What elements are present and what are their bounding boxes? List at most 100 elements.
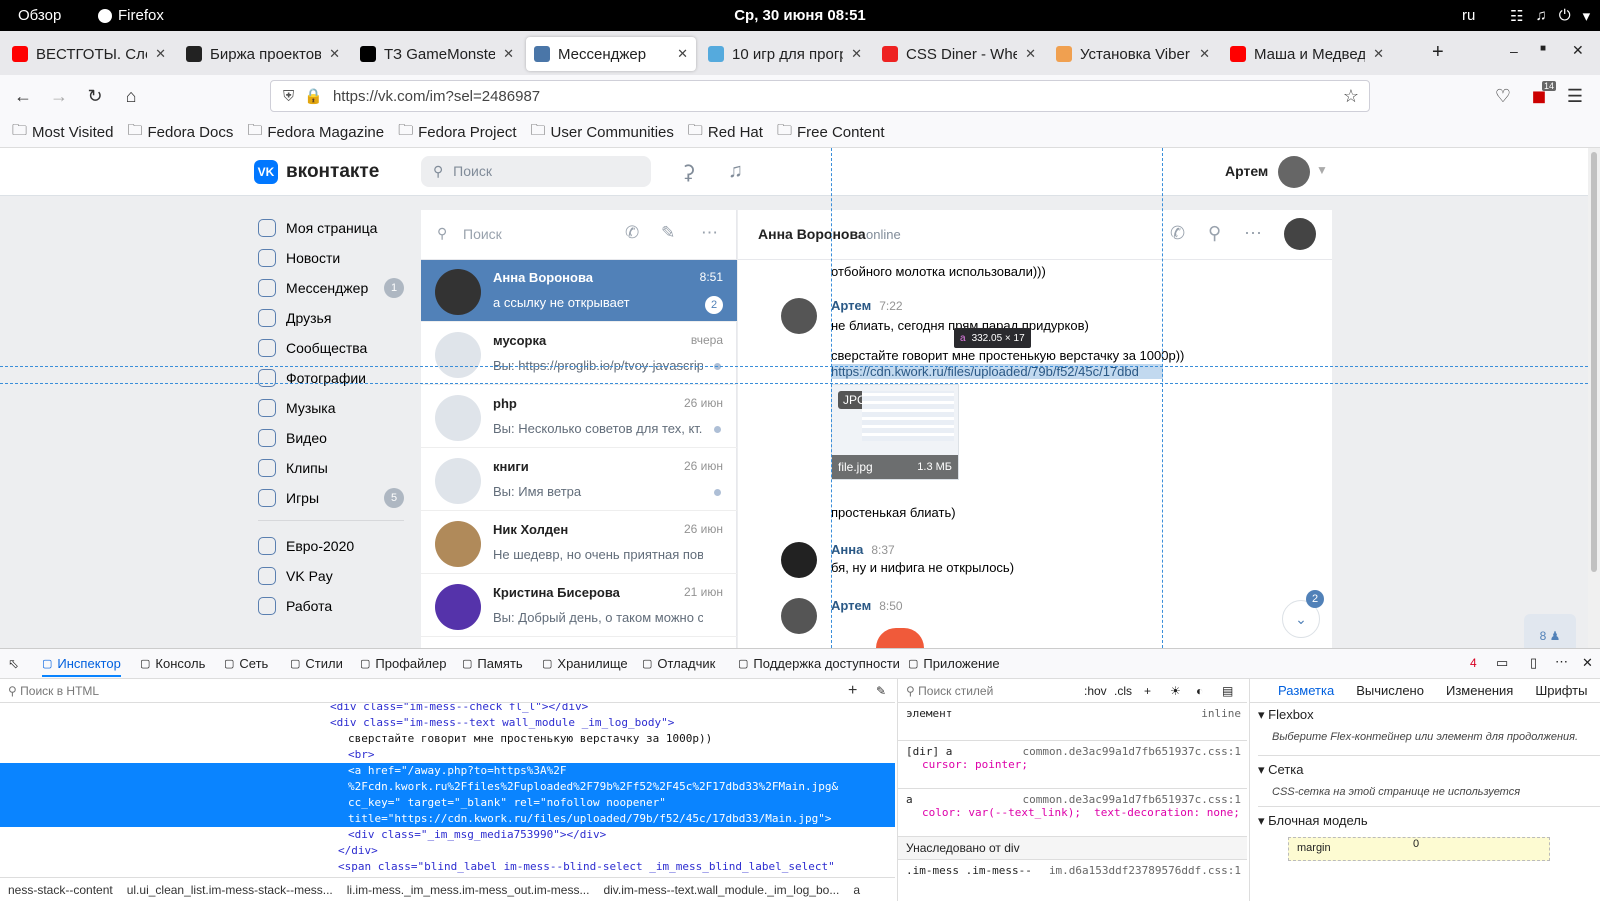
clock[interactable]: Ср, 30 июня 08:51	[0, 7, 1600, 24]
eyedropper-icon[interactable]: ✎	[876, 679, 886, 703]
message-author[interactable]: Анна 8:37	[831, 542, 895, 557]
add-rule-icon[interactable]: +	[1144, 679, 1151, 703]
html-search[interactable]: ⚲ Поиск в HTML + ✎	[0, 679, 895, 703]
music-note-icon[interactable]: ♫	[728, 160, 743, 183]
user-avatar[interactable]	[1278, 156, 1310, 188]
devtools-tab[interactable]: ▢ Приложение	[908, 656, 1000, 671]
side-counter[interactable]: 8 ♟	[1524, 614, 1576, 648]
pocket-icon[interactable]: ♡	[1490, 83, 1516, 109]
search-icon[interactable]: ⚲	[1208, 223, 1221, 244]
avatar[interactable]	[781, 598, 817, 634]
sidebar-item[interactable]: Новости	[258, 248, 340, 268]
layout-tab[interactable]: Вычислено	[1356, 683, 1424, 698]
add-call-icon[interactable]: ✆	[625, 223, 639, 243]
browser-tab[interactable]: Мессенджер ✕	[526, 37, 696, 71]
phone-icon[interactable]: ✆	[1170, 223, 1185, 244]
breadcrumb-item[interactable]: div.im-mess--text.wall_module._im_log_bo…	[603, 883, 839, 897]
dialog-item[interactable]: книги 26 июн Вы: Имя ветра	[421, 449, 737, 511]
avatar[interactable]	[781, 298, 817, 334]
sidebar-item[interactable]: Мессенджер	[258, 278, 368, 298]
sidebar-item[interactable]: Видео	[258, 428, 327, 448]
markup-line[interactable]: <span class="blind_label im-mess--blind-…	[0, 859, 895, 875]
breadcrumb-item[interactable]: ness-stack--content	[8, 883, 113, 897]
sidebar-item[interactable]: Музыка	[258, 398, 336, 418]
maximize-icon[interactable]: ■	[1540, 43, 1546, 54]
browser-tab[interactable]: ВЕСТГОТЫ. Сломанная ✕	[4, 37, 174, 71]
close-window-icon[interactable]: ✕	[1572, 42, 1584, 59]
vk-logo-text[interactable]: вконтакте	[286, 161, 379, 183]
devtools-tab[interactable]: ▢ Сеть	[224, 656, 268, 671]
rule-declaration[interactable]: color: var(--text_link); text-decoration…	[906, 806, 1241, 819]
error-count[interactable]: 4	[1470, 656, 1477, 670]
reload-icon[interactable]: ↻	[82, 83, 108, 109]
browser-tab[interactable]: Биржа проектов - Kwork ✕	[178, 37, 348, 71]
markup-line[interactable]: title="https://cdn.kwork.ru/files/upload…	[0, 811, 895, 827]
rule-source[interactable]: common.de3ac99a1d7fb651937c.css:1	[1022, 745, 1241, 758]
dialog-item[interactable]: мусорка вчера Вы: https://proglib.io/p/tvo…	[421, 323, 737, 385]
rule-source[interactable]: common.de3ac99a1d7fb651937c.css:1	[1022, 793, 1241, 806]
bookmark-item[interactable]: 🗀 Most Visited	[12, 120, 113, 145]
bookmark-star-icon[interactable]: ☆	[1343, 86, 1359, 107]
devtools-tab[interactable]: ▢ Память	[462, 656, 523, 671]
close-icon[interactable]: ✕	[1582, 655, 1593, 671]
browser-tab[interactable]: CSS Diner - Where we feast ✕	[874, 37, 1044, 71]
browser-tab[interactable]: Маша и Медведь ✕	[1222, 37, 1392, 71]
close-icon[interactable]: ✕	[155, 46, 166, 62]
dialog-search-input[interactable]: Поиск	[463, 226, 502, 242]
message-author[interactable]: Артем 8:50	[831, 598, 903, 613]
vk-search-input[interactable]: ⚲ Поиск	[421, 156, 651, 187]
css-rule[interactable]: элемент inline	[898, 703, 1247, 741]
layout-tab[interactable]: Разметка	[1278, 683, 1334, 698]
devtools-tab[interactable]: ▢ Стили	[290, 656, 343, 671]
devtools-tab[interactable]: ▢ Консоль	[140, 656, 205, 671]
rule-declaration[interactable]: cursor: pointer;	[906, 758, 1241, 771]
bookmark-item[interactable]: 🗀 Red Hat	[688, 120, 763, 145]
css-rule[interactable]: [dir] a common.de3ac99a1d7fb651937c.css:1…	[898, 741, 1247, 789]
markup-line[interactable]: <a href="/away.php?to=https%3A%2F	[0, 763, 895, 779]
light-mode-icon[interactable]: ☀	[1170, 679, 1181, 703]
browser-tab[interactable]: Установка Viber в Fedora ✕	[1048, 37, 1218, 71]
dialog-item[interactable]: Ник Холден 26 июн Не шедевр, но очень прия…	[421, 512, 737, 574]
more-icon[interactable]: ⋯	[1555, 654, 1568, 670]
dock-icon[interactable]: ▭	[1496, 655, 1508, 671]
bookmark-item[interactable]: 🗀 Fedora Magazine	[247, 120, 384, 145]
sidebar-item[interactable]: Работа	[258, 596, 332, 616]
breadcrumb-item[interactable]: ul.ui_clean_list.im-mess-stack--mess...	[127, 883, 333, 897]
devtools-tab[interactable]: ▢ Поддержка доступности	[738, 656, 900, 671]
bookmark-item[interactable]: 🗀 User Communities	[531, 120, 674, 145]
markup-line[interactable]: <div class="_im_msg_media753990"></div>	[0, 827, 895, 843]
avatar[interactable]	[781, 542, 817, 578]
keyboard-layout[interactable]: ru	[1462, 7, 1475, 24]
message-author[interactable]: Артем 7:22	[831, 298, 903, 313]
close-icon[interactable]: ✕	[503, 46, 514, 62]
sidebar-item[interactable]: Клипы	[258, 458, 328, 478]
user-name[interactable]: Артем	[1225, 163, 1268, 179]
close-icon[interactable]: ✕	[329, 46, 340, 62]
layout-tab[interactable]: Шрифты	[1535, 683, 1587, 698]
home-icon[interactable]: ⌂	[118, 83, 144, 109]
sidebar-item[interactable]: Моя страница	[258, 218, 377, 238]
forward-icon[interactable]: →	[46, 83, 72, 109]
bookmark-item[interactable]: 🗀 Fedora Project	[398, 120, 516, 145]
grid-header[interactable]: ▾ Сетка	[1258, 755, 1600, 778]
markup-line[interactable]: <div class="im-mess--text wall_module _i…	[0, 715, 895, 731]
bell-icon[interactable]: ⚳	[681, 160, 696, 185]
markup-line[interactable]: <br>	[0, 747, 895, 763]
markup-line[interactable]: </div>	[0, 843, 895, 859]
markup-line[interactable]: сверстайте говорит мне простенькую верст…	[0, 731, 895, 747]
devtools-tab[interactable]: ▢ Хранилище	[542, 656, 628, 671]
sidebar-item[interactable]: Игры	[258, 488, 319, 508]
menu-icon[interactable]: ☰	[1562, 83, 1588, 109]
chevron-down-icon[interactable]: ▼	[1316, 163, 1328, 177]
flexbox-header[interactable]: ▾ Flexbox	[1258, 707, 1600, 723]
print-icon[interactable]: ▤	[1222, 679, 1233, 703]
dialog-item[interactable]: php 26 июн Вы: Несколько советов для тех, …	[421, 386, 737, 448]
scrollbar-thumb[interactable]	[1591, 152, 1597, 572]
close-icon[interactable]: ✕	[851, 46, 862, 62]
dialog-item[interactable]: Анна Воронова 8:51 а ссылку не открывает 2	[421, 260, 737, 322]
markup-line[interactable]: cc_key=" target="_blank" rel="nofollow n…	[0, 795, 895, 811]
close-icon[interactable]: ✕	[1373, 46, 1384, 62]
hov-toggle[interactable]: :hov	[1084, 679, 1107, 703]
devtools-tab[interactable]: ▢ Инспектор	[42, 656, 121, 677]
peer-name[interactable]: Анна Воронова	[758, 226, 866, 242]
